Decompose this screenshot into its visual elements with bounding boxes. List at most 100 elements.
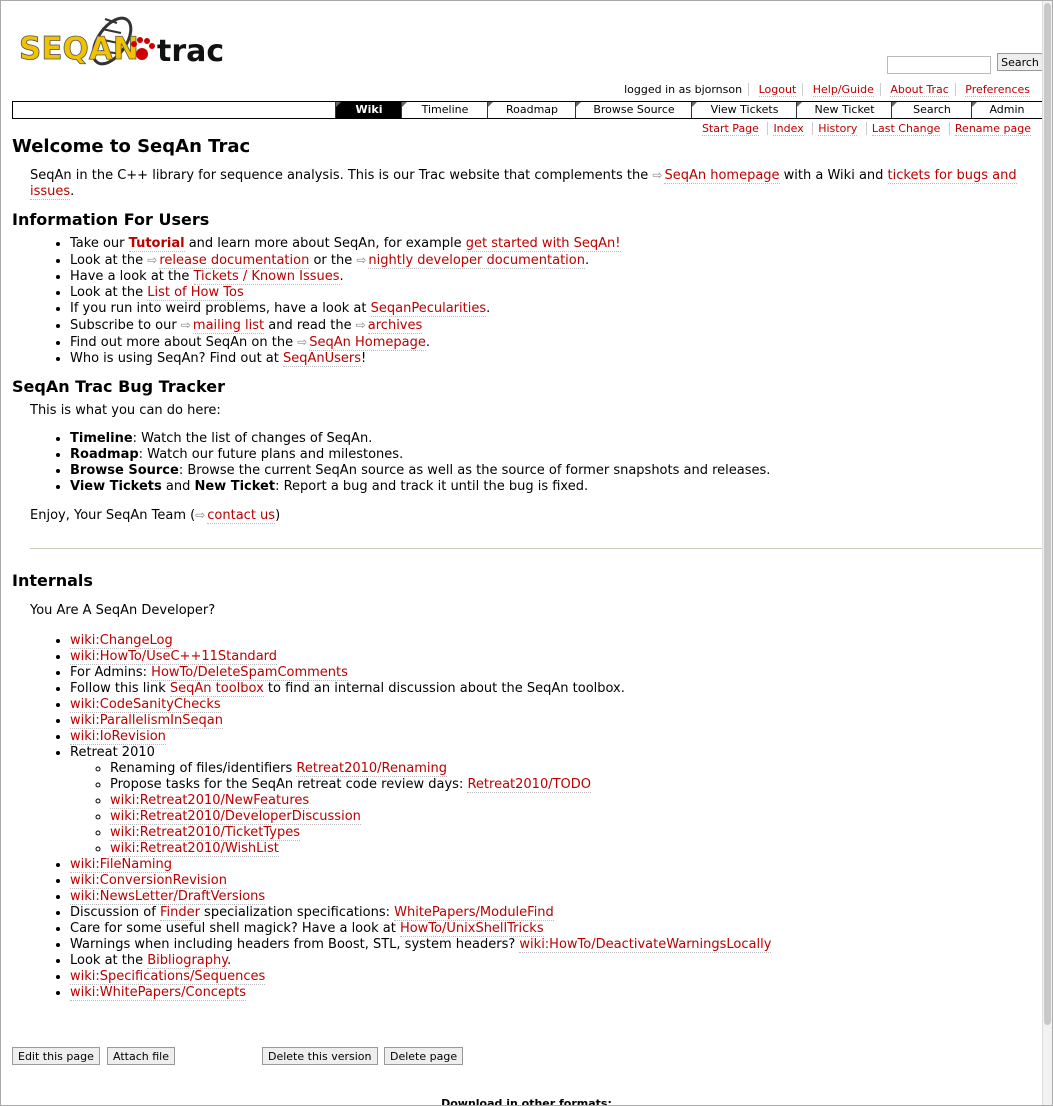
scrollbar-thumb[interactable] [1044, 3, 1051, 1025]
peculiarities-link[interactable]: SeqanPecularities [370, 301, 487, 317]
rename-page-link[interactable]: Rename page [954, 122, 1031, 136]
download-formats-heading: Download in other formats: [441, 1097, 612, 1106]
list-item: Warnings when including headers from Boo… [70, 937, 1042, 953]
changelog-link[interactable]: wiki:ChangeLog [70, 633, 173, 649]
external-link-icon: ⇨ [180, 318, 191, 332]
index-link[interactable]: Index [773, 122, 804, 136]
seqan-trac-logo[interactable]: SEQAN trac [17, 11, 232, 73]
retreat-todo-link[interactable]: Retreat2010/TODO [467, 777, 592, 793]
list-item: wiki:Retreat2010/WishList [110, 841, 1042, 857]
page-title: Welcome to SeqAn Trac [12, 136, 251, 157]
retreat-tickettypes-link[interactable]: wiki:Retreat2010/TicketTypes [110, 825, 300, 841]
svg-text:SEQAN: SEQAN [19, 31, 139, 67]
finder-link[interactable]: Finder [159, 905, 200, 921]
parallelism-link[interactable]: wiki:ParallelismInSeqan [70, 713, 223, 729]
conversion-revision-link[interactable]: wiki:ConversionRevision [70, 873, 227, 889]
tab-new-ticket[interactable]: New Ticket [796, 102, 892, 118]
divider [30, 548, 1042, 549]
attach-file-button[interactable]: Attach file [107, 1047, 175, 1065]
bug-intro: This is what you can do here: [30, 403, 221, 418]
tab-view-tickets[interactable]: View Tickets [691, 102, 797, 118]
external-link-icon: ⇨ [297, 335, 308, 349]
seqan-homepage-link-2[interactable]: SeqAn Homepage [309, 335, 426, 351]
list-item: wiki:Specifications/Sequences [70, 969, 1042, 985]
tab-roadmap[interactable]: Roadmap [487, 102, 576, 118]
list-item: Who is using SeqAn? Find out at SeqAnUse… [70, 351, 1042, 367]
list-item: Timeline: Watch the list of changes of S… [70, 431, 1042, 447]
newsletter-link[interactable]: wiki:NewsLetter/DraftVersions [70, 889, 266, 905]
list-item: wiki:WhitePapers/Concepts [70, 985, 1042, 1001]
svg-text:trac: trac [157, 34, 224, 69]
archives-link[interactable]: archives [367, 318, 423, 334]
intro-paragraph: SeqAn in the C++ library for sequence an… [30, 168, 1017, 200]
list-item: Find out more about SeqAn on the ⇨SeqAn … [70, 334, 1042, 351]
last-change-link[interactable]: Last Change [871, 122, 941, 136]
file-naming-link[interactable]: wiki:FileNaming [70, 857, 172, 873]
users-heading: Information For Users [12, 210, 210, 229]
nightly-doc-link[interactable]: nightly developer documentation [368, 253, 585, 269]
tutorial-link[interactable]: Tutorial [128, 236, 185, 252]
users-list: Take our Tutorial and learn more about S… [30, 236, 1042, 367]
tab-wiki[interactable]: Wiki [335, 102, 402, 118]
help-guide-link[interactable]: Help/Guide [812, 83, 874, 97]
search-form: Search [887, 53, 1043, 74]
list-item: Care for some useful shell magick? Have … [70, 921, 1042, 937]
internals-heading: Internals [12, 571, 93, 590]
spec-sequences-link[interactable]: wiki:Specifications/Sequences [70, 969, 266, 985]
delete-version-button[interactable]: Delete this version [262, 1047, 378, 1065]
search-button[interactable]: Search [997, 53, 1043, 71]
vertical-scrollbar[interactable] [1042, 1, 1052, 1105]
bibliography-link[interactable]: Bibliography [147, 953, 228, 969]
module-find-link[interactable]: WhitePapers/ModuleFind [394, 905, 554, 921]
tab-search[interactable]: Search [891, 102, 972, 118]
preferences-link[interactable]: Preferences [965, 83, 1030, 97]
about-trac-link[interactable]: About Trac [890, 83, 949, 97]
seqan-users-link[interactable]: SeqAnUsers [283, 351, 362, 367]
seqan-homepage-link[interactable]: SeqAn homepage [664, 168, 780, 184]
retreat-wishlist-link[interactable]: wiki:Retreat2010/WishList [110, 841, 279, 857]
tab-browse-source[interactable]: Browse Source [575, 102, 692, 118]
list-item: wiki:Retreat2010/NewFeatures [110, 793, 1042, 809]
start-page-link[interactable]: Start Page [701, 122, 759, 136]
release-doc-link[interactable]: release documentation [159, 253, 310, 269]
logout-link[interactable]: Logout [758, 83, 797, 97]
list-item: Look at the Bibliography. [70, 953, 1042, 969]
list-item: If you run into weird problems, have a l… [70, 301, 1042, 317]
list-item: View Tickets and New Ticket: Report a bu… [70, 479, 1042, 495]
delete-spam-link[interactable]: HowTo/DeleteSpamComments [151, 665, 348, 681]
contact-us-link[interactable]: contact us [207, 508, 276, 524]
list-item: Roadmap: Watch our future plans and mile… [70, 447, 1042, 463]
delete-page-button[interactable]: Delete page [384, 1047, 464, 1065]
external-link-icon: ⇨ [147, 253, 158, 267]
tab-admin[interactable]: Admin [971, 102, 1042, 118]
retreat-newfeatures-link[interactable]: wiki:Retreat2010/NewFeatures [110, 793, 310, 809]
shell-tricks-link[interactable]: HowTo/UnixShellTricks [399, 921, 544, 937]
retreat-renaming-link[interactable]: Retreat2010/Renaming [296, 761, 447, 777]
tab-timeline[interactable]: Timeline [401, 102, 488, 118]
code-sanity-link[interactable]: wiki:CodeSanityChecks [70, 697, 221, 713]
external-link-icon: ⇨ [356, 253, 367, 267]
mailing-list-link[interactable]: mailing list [192, 318, 265, 334]
deactivate-warnings-link[interactable]: wiki:HowTo/DeactivateWarningsLocally [519, 937, 772, 953]
known-issues-link[interactable]: Tickets / Known Issues [193, 269, 340, 285]
search-input[interactable] [887, 56, 991, 74]
history-link[interactable]: History [818, 122, 858, 136]
external-link-icon: ⇨ [355, 318, 366, 332]
logged-in-user: logged in as bjornson [624, 83, 743, 96]
list-item: wiki:ParallelismInSeqan [70, 713, 1042, 729]
io-revision-link[interactable]: wiki:IoRevision [70, 729, 166, 745]
concepts-link[interactable]: wiki:WhitePapers/Concepts [70, 985, 247, 1001]
edit-page-button[interactable]: Edit this page [12, 1047, 100, 1065]
usecpp11-link[interactable]: wiki:HowTo/UseC++11Standard [70, 649, 278, 665]
list-item: wiki:HowTo/UseC++11Standard [70, 649, 1042, 665]
retreat-devdiscussion-link[interactable]: wiki:Retreat2010/DeveloperDiscussion [110, 809, 361, 825]
list-item: wiki:ChangeLog [70, 633, 1042, 649]
enjoy-text: Enjoy, Your SeqAn Team (⇨ contact us) [30, 508, 281, 524]
retreat-list: Renaming of files/identifiers Retreat201… [70, 761, 1042, 857]
browser-frame: SEQAN trac Search logged in as bjornson … [0, 0, 1053, 1106]
get-started-link[interactable]: get started with SeqAn! [465, 236, 621, 252]
list-item: wiki:Retreat2010/TicketTypes [110, 825, 1042, 841]
toolbox-link[interactable]: SeqAn toolbox [169, 681, 264, 697]
how-tos-link[interactable]: List of How Tos [147, 285, 244, 301]
wiki-content: Welcome to SeqAn Trac SeqAn in the C++ l… [12, 135, 1042, 1009]
